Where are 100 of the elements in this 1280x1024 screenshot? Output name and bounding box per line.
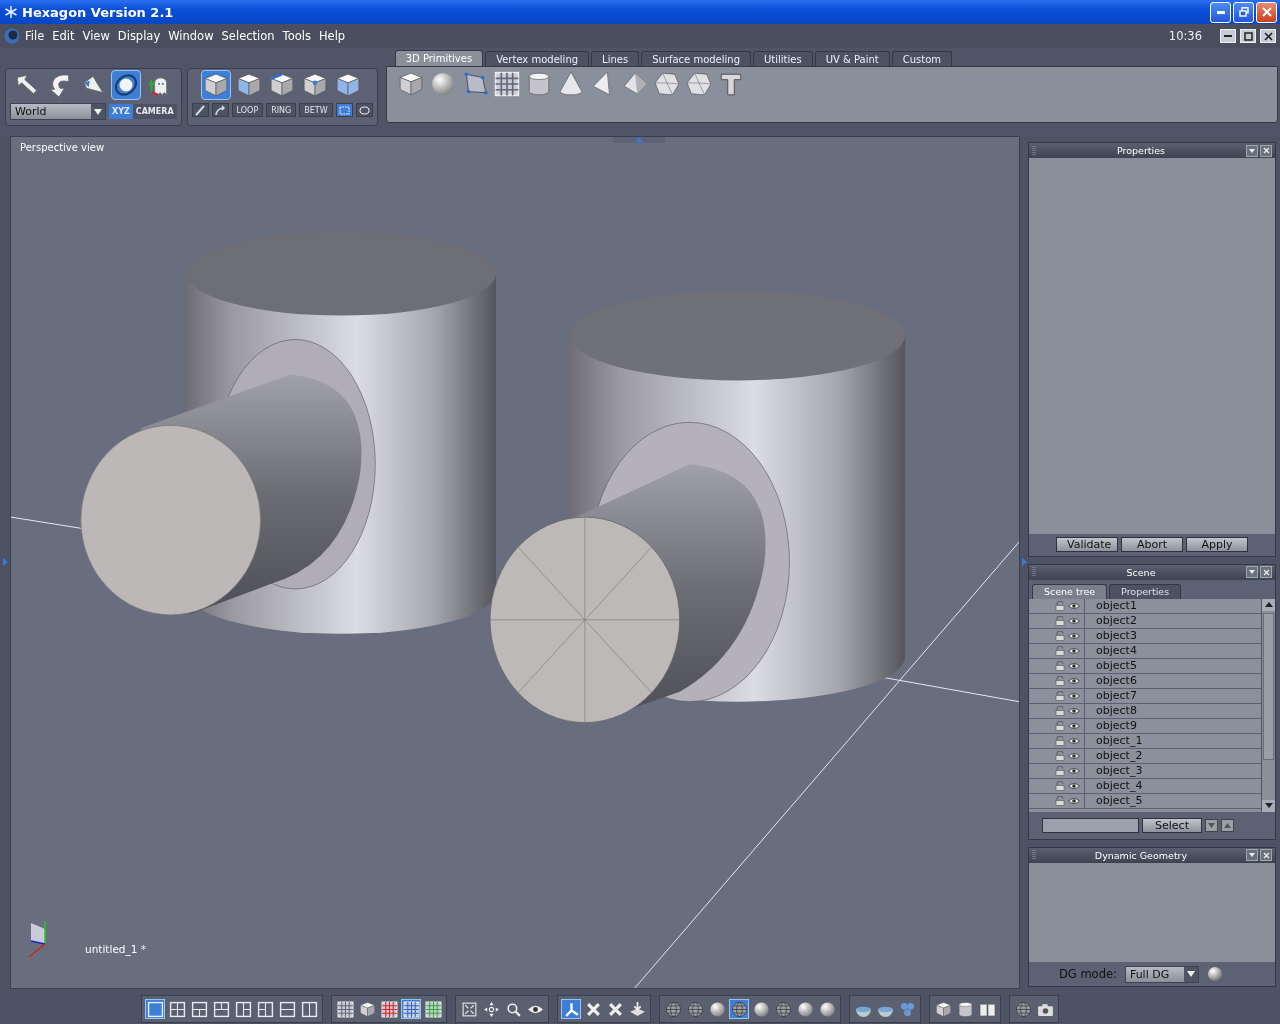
view-tool-button[interactable]	[211, 999, 231, 1019]
marquee-button[interactable]	[355, 103, 373, 117]
scene-item[interactable]: object_4	[1085, 779, 1143, 792]
select-field[interactable]	[1042, 817, 1139, 833]
toolbar-tab[interactable]: Vertex modeling	[485, 51, 590, 66]
grip-icon[interactable]	[1032, 144, 1036, 157]
space-toggle[interactable]: XYZ	[109, 104, 133, 119]
menu-item[interactable]: Display	[113, 29, 165, 43]
panel-button[interactable]: Validate	[1056, 537, 1118, 552]
scrollbar[interactable]	[1261, 598, 1275, 812]
lock-icon[interactable]	[1055, 780, 1065, 791]
scene-item[interactable]: object1	[1085, 599, 1137, 612]
view-tool-button[interactable]	[481, 999, 501, 1019]
toolbar-tab[interactable]: Surface modeling	[641, 51, 752, 66]
panel-tab[interactable]: Properties	[1109, 583, 1182, 599]
marquee-button[interactable]	[335, 103, 353, 117]
minimize-button[interactable]	[1220, 29, 1236, 43]
panel-tab[interactable]: Scene tree	[1032, 583, 1108, 599]
eye-icon[interactable]	[1068, 615, 1080, 626]
close-button[interactable]	[1260, 849, 1272, 862]
lock-icon[interactable]	[1055, 795, 1065, 806]
view-tool-button[interactable]	[707, 999, 727, 1019]
cylinder-drawing[interactable]	[80, 231, 497, 634]
view-tool-button[interactable]	[189, 999, 209, 1019]
move-down-button[interactable]	[1205, 818, 1218, 832]
view-tool-button[interactable]	[751, 999, 771, 1019]
collapse-button[interactable]	[1246, 144, 1258, 157]
panel-button[interactable]: Apply	[1186, 537, 1248, 552]
menu-item[interactable]: Selection	[217, 29, 279, 43]
grip-icon[interactable]	[1032, 566, 1036, 578]
menu-item[interactable]: Tools	[278, 29, 315, 43]
edge-tool-button[interactable]: LOOP	[231, 103, 264, 117]
view-tool-button[interactable]	[423, 999, 443, 1019]
view-tool-button[interactable]	[817, 999, 837, 1019]
view-tool-button[interactable]	[357, 999, 377, 1019]
lock-icon[interactable]	[1055, 645, 1065, 656]
scene-item[interactable]: object8	[1085, 704, 1137, 717]
lock-icon[interactable]	[1055, 765, 1065, 776]
space-dropdown[interactable]: World	[10, 103, 106, 120]
scene-item[interactable]: object_5	[1085, 794, 1143, 807]
toolbar-tab[interactable]: Lines	[591, 51, 640, 66]
lock-icon[interactable]	[1055, 735, 1065, 746]
restore-button[interactable]	[1233, 1, 1254, 23]
tool-button[interactable]	[111, 70, 142, 100]
primitive-button[interactable]	[684, 70, 713, 98]
lock-icon[interactable]	[1055, 690, 1065, 701]
dg-mode-dropdown[interactable]: Full DG	[1124, 965, 1199, 983]
view-tool-button[interactable]	[459, 999, 479, 1019]
eye-icon[interactable]	[1068, 750, 1080, 761]
scene-item[interactable]: object_1	[1085, 734, 1143, 747]
eye-icon[interactable]	[1068, 690, 1080, 701]
eye-icon[interactable]	[1068, 675, 1080, 686]
scene-item[interactable]: object4	[1085, 644, 1137, 657]
eye-icon[interactable]	[1068, 780, 1080, 791]
scene-item[interactable]: object7	[1085, 689, 1137, 702]
view-tool-button[interactable]	[933, 999, 953, 1019]
lock-icon[interactable]	[1055, 630, 1065, 641]
eye-icon[interactable]	[1068, 705, 1080, 716]
view-tool-button[interactable]	[233, 999, 253, 1019]
lock-icon[interactable]	[1055, 750, 1065, 761]
primitive-button[interactable]	[652, 70, 681, 98]
eye-icon[interactable]	[1068, 720, 1080, 731]
menu-item[interactable]: File	[21, 29, 49, 43]
eye-icon[interactable]	[1068, 765, 1080, 776]
selection-mode-button[interactable]	[201, 70, 232, 100]
scene-item[interactable]: object2	[1085, 614, 1137, 627]
eye-icon[interactable]	[1068, 645, 1080, 656]
collapse-button[interactable]	[1246, 849, 1258, 862]
view-tool-button[interactable]	[277, 999, 297, 1019]
path-button[interactable]	[211, 103, 229, 117]
lock-icon[interactable]	[1055, 720, 1065, 731]
primitive-button[interactable]	[396, 70, 425, 98]
view-tool-button[interactable]	[255, 999, 275, 1019]
toolbar-tab[interactable]: Custom	[891, 51, 953, 66]
scene-item[interactable]: object6	[1085, 674, 1137, 687]
scene-item[interactable]: object_3	[1085, 764, 1143, 777]
lock-icon[interactable]	[1055, 705, 1065, 716]
lock-icon[interactable]	[1055, 660, 1065, 671]
eye-icon[interactable]	[1068, 600, 1080, 611]
scene-item[interactable]: object_2	[1085, 749, 1143, 762]
scene-item[interactable]: object5	[1085, 659, 1137, 672]
view-tool-button[interactable]	[335, 999, 355, 1019]
eye-icon[interactable]	[1068, 660, 1080, 671]
select-button[interactable]: Select	[1142, 817, 1202, 833]
menu-item[interactable]: Help	[314, 29, 350, 43]
grip-icon[interactable]	[1032, 849, 1036, 862]
toolbar-tab[interactable]: UV & Paint	[814, 51, 890, 66]
toolbar-tab[interactable]: Utilities	[753, 51, 813, 66]
brush-button[interactable]	[191, 103, 209, 117]
panel-button[interactable]: Abort	[1121, 537, 1183, 552]
menu-item[interactable]: Edit	[48, 29, 79, 43]
menu-item[interactable]: View	[78, 29, 114, 43]
cylinder-drawing[interactable]	[489, 290, 906, 723]
space-toggle[interactable]: CAMERA	[132, 104, 177, 119]
view-tool-button[interactable]	[729, 999, 749, 1019]
view-tool-button[interactable]	[167, 999, 187, 1019]
edge-tool-button[interactable]: BETW	[299, 103, 333, 117]
maximize-button[interactable]	[1240, 29, 1256, 43]
primitive-button[interactable]	[492, 70, 521, 98]
scene-item[interactable]: object9	[1085, 719, 1137, 732]
